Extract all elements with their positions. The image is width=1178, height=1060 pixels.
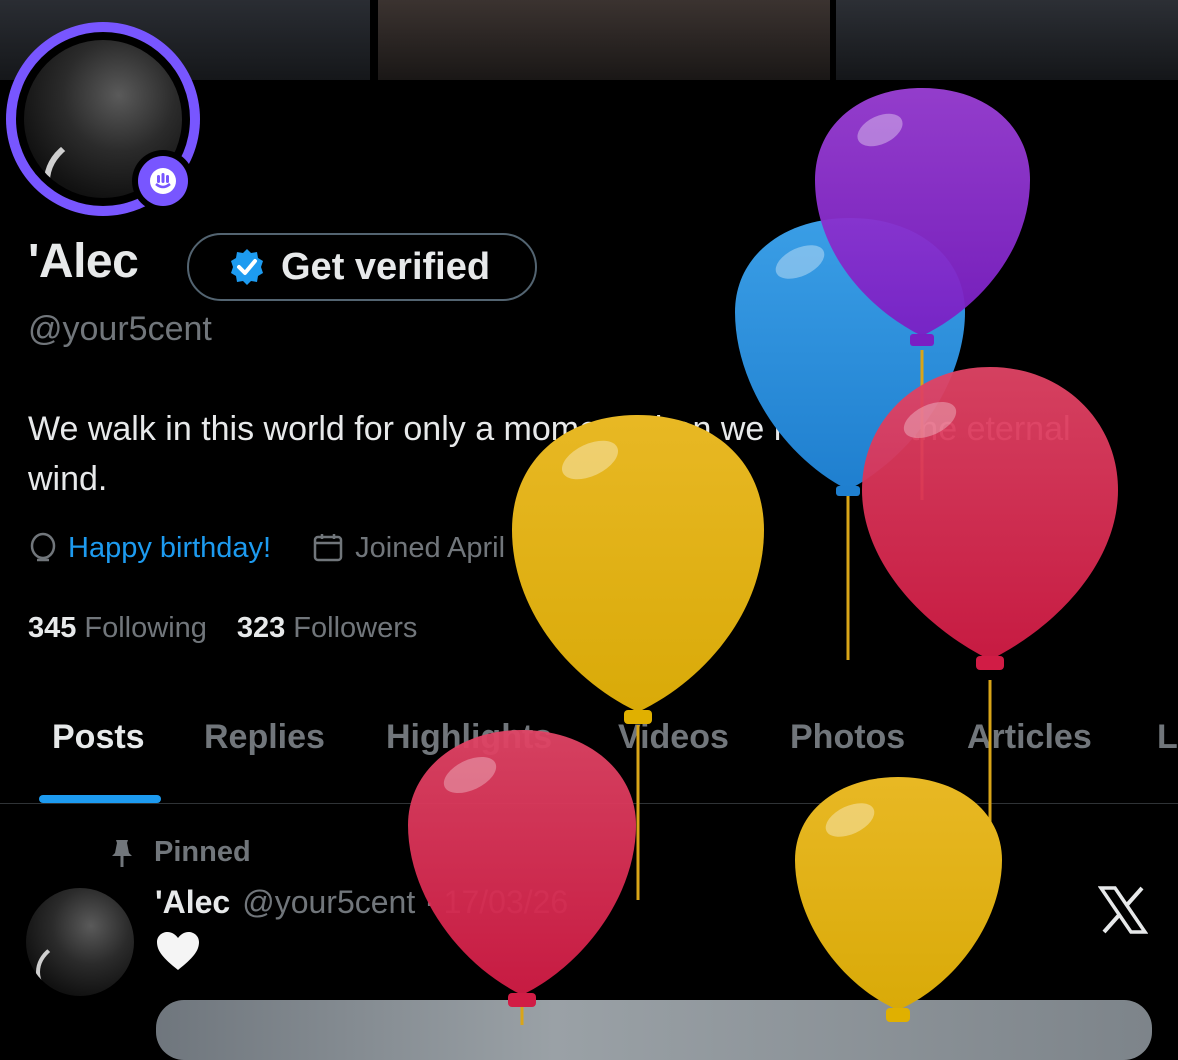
verified-badge-icon bbox=[231, 249, 263, 285]
tabs-divider bbox=[0, 803, 1178, 804]
pin-icon bbox=[112, 839, 132, 867]
pinned-label: Pinned bbox=[154, 836, 251, 868]
tab-likes[interactable]: L bbox=[1157, 718, 1178, 757]
tab-highlights[interactable]: Highlights bbox=[386, 718, 552, 757]
tab-posts[interactable]: Posts bbox=[52, 718, 145, 757]
spaces-mic-icon bbox=[150, 168, 176, 194]
profile-meta: Happy birthday! Joined April 2021 › bbox=[28, 528, 595, 568]
display-name: 'Alec bbox=[28, 235, 139, 288]
spaces-badge[interactable] bbox=[132, 150, 194, 212]
birthday-link[interactable]: Happy birthday! bbox=[68, 532, 271, 565]
user-handle: @your5cent bbox=[28, 310, 212, 348]
post-author-name[interactable]: 'Alec bbox=[155, 884, 230, 921]
get-verified-button[interactable]: Get verified bbox=[187, 233, 537, 301]
followers-count: 323 bbox=[236, 612, 286, 644]
balloon-yellow-right bbox=[795, 777, 1002, 1022]
profile-tabs: Posts Replies Highlights Videos Photos A… bbox=[0, 712, 1178, 802]
banner-panel-center bbox=[378, 0, 1118, 80]
x-logo-icon bbox=[1097, 886, 1149, 939]
followers-label: Followers bbox=[293, 612, 418, 644]
post-media[interactable] bbox=[156, 1000, 1152, 1060]
tab-replies[interactable]: Replies bbox=[204, 718, 325, 757]
joined-date[interactable]: Joined April 2021 › bbox=[355, 532, 595, 565]
tab-photos[interactable]: Photos bbox=[790, 718, 905, 757]
white-heart-icon bbox=[157, 932, 199, 970]
post-body: 🤍 bbox=[155, 930, 201, 977]
following-label: Following bbox=[84, 612, 207, 644]
get-verified-label: Get verified bbox=[281, 245, 491, 288]
tab-videos[interactable]: Videos bbox=[618, 718, 729, 757]
tab-articles[interactable]: Articles bbox=[967, 718, 1092, 757]
follow-counts: 345 Following 323 Followers bbox=[28, 612, 417, 645]
post-author-handle-date[interactable]: @your5cent · 17/03/26 bbox=[242, 884, 568, 921]
following-count: 345 bbox=[28, 612, 77, 644]
calendar-icon bbox=[313, 534, 343, 562]
followers-link[interactable]: 323 Followers bbox=[237, 612, 417, 645]
following-link[interactable]: 345 Following bbox=[28, 612, 207, 645]
bio: We walk in this world for only a moment,… bbox=[28, 410, 1071, 498]
pinned-indicator: Pinned bbox=[108, 836, 251, 869]
banner-panel-right bbox=[836, 0, 1178, 80]
location-pin-icon bbox=[30, 532, 56, 562]
post-header: 'Alec @your5cent · 17/03/26 bbox=[155, 884, 568, 921]
active-tab-indicator bbox=[39, 795, 161, 803]
post-author-avatar[interactable] bbox=[26, 888, 134, 996]
